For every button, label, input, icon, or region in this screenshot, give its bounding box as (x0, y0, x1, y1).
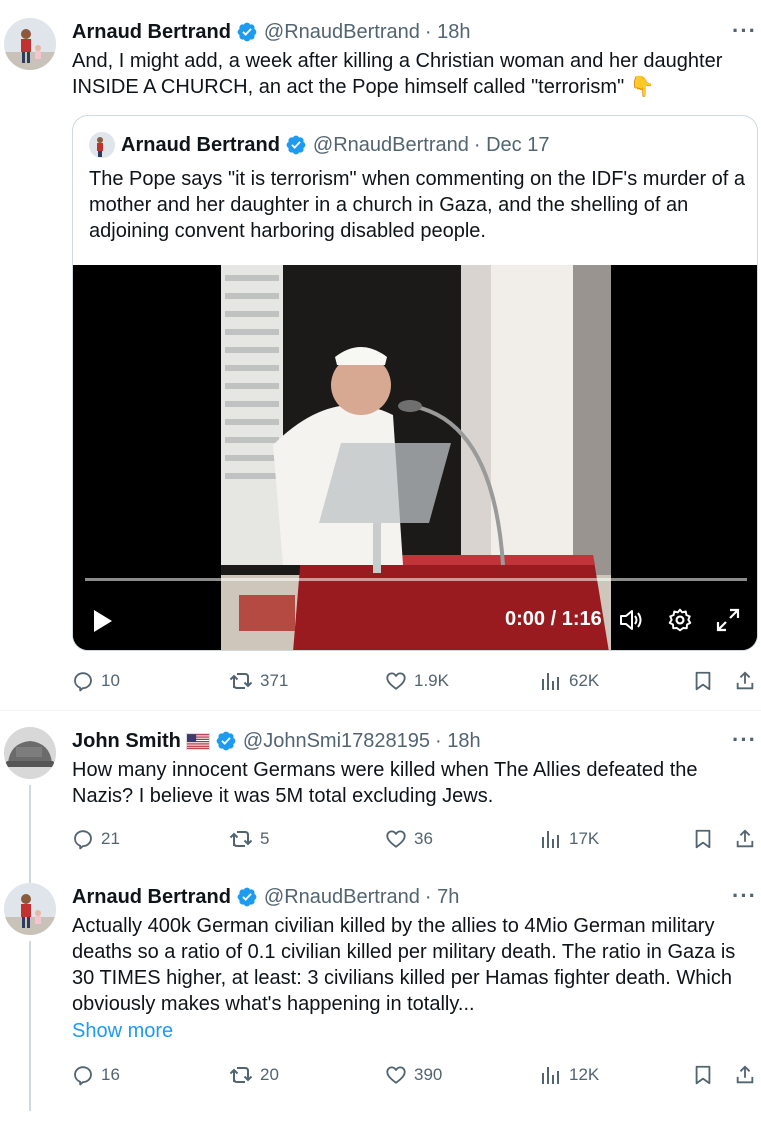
quoted-text: The Pope says "it is terrorism" when com… (89, 168, 746, 242)
views-button[interactable]: 17K (540, 824, 599, 854)
author-handle[interactable]: @RnaudBertrand (264, 21, 420, 44)
views-button[interactable]: 62K (540, 666, 599, 696)
verified-badge-icon (237, 22, 257, 42)
thread-line (29, 785, 31, 883)
repost-icon (229, 673, 253, 689)
repost-icon (229, 1067, 253, 1083)
tweet-2[interactable]: John Smith @JohnSmi17828195 · 18h ··· Ho… (0, 727, 761, 883)
video-frame (73, 265, 757, 650)
heart-icon (386, 830, 406, 848)
tweet-text: Actually 400k German civilian killed by … (72, 915, 736, 1015)
quoted-avatar (89, 132, 115, 158)
views-chart-icon (542, 1067, 559, 1084)
tweet-actions: 21 5 36 17K (72, 824, 758, 854)
tweet-1[interactable]: Arnaud Bertrand @RnaudBertrand · 18h ···… (0, 18, 761, 708)
views-button[interactable]: 12K (540, 1060, 599, 1090)
views-count: 62K (569, 671, 600, 690)
tweet-header: Arnaud Bertrand @RnaudBertrand · 18h (72, 18, 470, 46)
video-player[interactable]: 0:00 / 1:16 (73, 265, 757, 650)
verified-badge-icon (216, 731, 236, 751)
quoted-timestamp: · Dec 17 (473, 133, 550, 156)
reply-button[interactable]: 10 (72, 666, 120, 696)
avatar[interactable] (4, 727, 56, 779)
tweet-header: Arnaud Bertrand @RnaudBertrand · 7h (72, 883, 459, 911)
views-count: 12K (569, 1065, 600, 1084)
avatar[interactable] (4, 883, 56, 935)
share-icon[interactable] (734, 828, 756, 850)
tweet-actions: 10 371 1.9K 62K (72, 666, 758, 696)
timestamp[interactable]: · 18h (435, 730, 481, 753)
bookmark-icon[interactable] (692, 1064, 714, 1086)
show-more-link[interactable]: Show more (72, 1020, 173, 1043)
reply-icon (74, 672, 92, 692)
repost-icon (229, 831, 253, 847)
views-chart-icon (542, 831, 559, 848)
quoted-author-name: Arnaud Bertrand (121, 133, 280, 156)
heart-icon (386, 1066, 406, 1084)
views-chart-icon (542, 673, 559, 690)
repost-count: 371 (260, 671, 289, 690)
more-options-icon[interactable]: ··· (732, 727, 757, 753)
author-handle[interactable]: @RnaudBertrand (264, 886, 420, 909)
repost-button[interactable]: 5 (229, 824, 269, 854)
tweet-text: How many innocent Germans were killed wh… (72, 759, 698, 807)
tweet-actions: 16 20 390 12K (72, 1060, 758, 1090)
repost-button[interactable]: 20 (229, 1060, 279, 1090)
verified-badge-icon (237, 887, 257, 907)
volume-icon[interactable] (618, 607, 644, 633)
tweet-header: John Smith @JohnSmi17828195 · 18h (72, 727, 481, 755)
reply-count: 21 (101, 829, 120, 848)
more-options-icon[interactable]: ··· (732, 883, 757, 909)
author-name[interactable]: John Smith (72, 730, 181, 753)
reply-button[interactable]: 21 (72, 824, 120, 854)
us-flag-icon (185, 732, 210, 750)
like-count: 36 (414, 829, 433, 848)
views-count: 17K (569, 829, 600, 848)
tweet-text: And, I might add, a week after killing a… (72, 50, 723, 98)
bookmark-icon[interactable] (692, 670, 714, 692)
more-options-icon[interactable]: ··· (732, 18, 757, 44)
video-time: 0:00 / 1:16 (505, 608, 602, 630)
bookmark-icon[interactable] (692, 828, 714, 850)
like-button[interactable]: 36 (385, 824, 433, 854)
repost-button[interactable]: 371 (229, 666, 288, 696)
author-handle[interactable]: @JohnSmi17828195 (243, 730, 430, 753)
thread-line (29, 941, 31, 1111)
like-count: 390 (414, 1065, 443, 1084)
author-name[interactable]: Arnaud Bertrand (72, 21, 231, 44)
divider (0, 710, 761, 711)
repost-count: 20 (260, 1065, 279, 1084)
quoted-header: Arnaud Bertrand @RnaudBertrand · Dec 17 (121, 131, 549, 159)
reply-button[interactable]: 16 (72, 1060, 120, 1090)
share-icon[interactable] (734, 670, 756, 692)
avatar[interactable] (4, 18, 56, 70)
like-button[interactable]: 1.9K (385, 666, 449, 696)
heart-icon (386, 672, 406, 690)
tweet-3[interactable]: Arnaud Bertrand @RnaudBertrand · 7h ··· … (0, 883, 761, 1111)
fullscreen-icon[interactable] (715, 607, 741, 633)
quoted-handle: @RnaudBertrand (312, 133, 469, 156)
quoted-tweet[interactable]: Arnaud Bertrand @RnaudBertrand · Dec 17 … (72, 115, 758, 651)
repost-count: 5 (260, 829, 270, 848)
reply-count: 10 (101, 671, 120, 690)
reply-count: 16 (101, 1065, 120, 1084)
reply-icon (74, 1066, 92, 1086)
author-name[interactable]: Arnaud Bertrand (72, 886, 231, 909)
timestamp[interactable]: · 18h (425, 21, 471, 44)
play-icon[interactable] (91, 608, 115, 634)
verified-badge-icon (286, 135, 306, 155)
video-progress-bar[interactable] (85, 578, 747, 581)
share-icon[interactable] (734, 1064, 756, 1086)
reply-icon (74, 830, 92, 850)
like-count: 1.9K (414, 671, 449, 690)
timestamp[interactable]: · 7h (425, 886, 459, 909)
settings-gear-icon[interactable] (667, 607, 693, 633)
like-button[interactable]: 390 (385, 1060, 442, 1090)
